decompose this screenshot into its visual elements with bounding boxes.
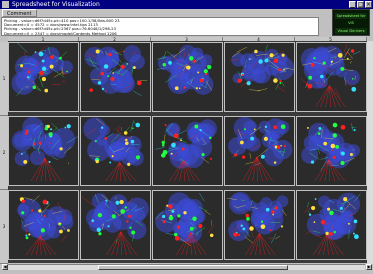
logo-line-2: VIS [348,21,354,25]
picking-log[interactable]: Picking - value=d6f7d45c-pt=410 pos=100.… [1,17,319,36]
comment-button[interactable]: Comment [2,9,37,17]
visualization-cell[interactable] [224,42,295,112]
visualization-grid [8,41,371,263]
app-logo: Spreadsheet for VIS Visual Derivers [332,9,370,36]
system-menu-icon[interactable] [2,1,9,8]
visualization-cell[interactable] [224,190,295,260]
visualization-cell[interactable] [8,116,79,186]
close-button[interactable]: × [365,1,372,8]
visualization-cell[interactable] [152,116,223,186]
visualization-cell[interactable] [152,190,223,260]
scrollbar-thumb[interactable] [98,265,288,270]
visualization-cell[interactable] [152,42,223,112]
app-window: Spreadsheet for Visualization _ □ × Comm… [0,0,373,274]
visualization-cell[interactable] [80,190,151,260]
logo-line-1: Spreadsheet for [335,13,367,19]
scroll-right-arrow[interactable]: ▶ [366,264,372,270]
title-bar: Spreadsheet for Visualization _ □ × [0,0,373,9]
visualization-cell[interactable] [80,42,151,112]
row-header[interactable]: 1 [0,42,8,116]
visualization-cell[interactable] [296,42,367,112]
logo-line-3: Visual Derivers [335,28,367,34]
vertical-scrollbar[interactable] [367,41,373,264]
maximize-button[interactable]: □ [357,1,364,8]
visualization-cell[interactable] [296,116,367,186]
visualization-cell[interactable] [224,116,295,186]
visualization-cell[interactable] [8,42,79,112]
log-line: Document=0 = 2347 = docs/model/Contents … [4,30,117,36]
visualization-cell[interactable] [80,116,151,186]
window-title: Spreadsheet for Visualization [12,1,100,8]
horizontal-scrollbar[interactable] [8,264,365,270]
minimize-button[interactable]: _ [349,1,356,8]
menu-bar: Comment [0,9,373,17]
visualization-cell[interactable] [8,190,79,260]
row-header[interactable]: 2 [0,116,8,190]
visualization-cell[interactable] [296,190,367,260]
row-header[interactable]: 3 [0,190,8,264]
